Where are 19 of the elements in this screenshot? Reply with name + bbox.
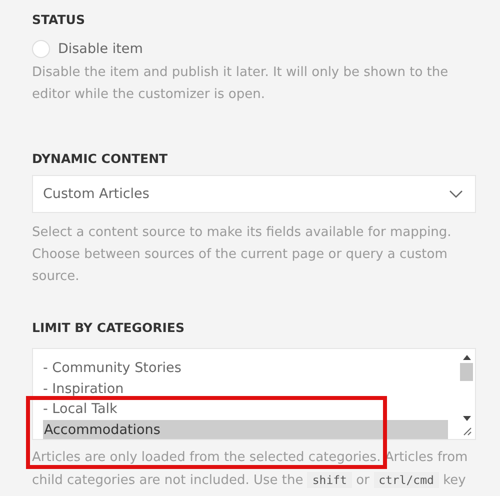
- chevron-down-icon: [449, 190, 463, 198]
- category-option[interactable]: - Community Stories: [43, 358, 448, 378]
- scroll-up-icon[interactable]: [462, 355, 470, 360]
- radio-label: Disable item: [58, 41, 143, 57]
- category-option[interactable]: - Inspiration: [43, 378, 448, 399]
- help-text: Disable the item and publish it later. It will only be shown to the editor while the customizer is open.: [32, 64, 450, 104]
- category-option[interactable]: - Local Talk: [43, 399, 448, 420]
- help-text: Select a content source to make its fields available for mapping. Choose between sources of the current page or query a custom source.: [32, 224, 452, 286]
- help-text: Articles are only loaded from the selected categories. Articles from child categories are not included. Use the shift or ctrl/cmd key: [32, 449, 469, 490]
- scroll-down-icon[interactable]: [462, 416, 470, 421]
- section-heading: LIMIT BY CATEGORIES: [32, 319, 186, 337]
- section-heading: STATUS: [32, 11, 86, 29]
- category-listbox[interactable]: - Community Stories - Inspiration - Local Talk Accommodations: [32, 348, 476, 440]
- resize-grip-icon[interactable]: [463, 427, 472, 436]
- content-source-select[interactable]: Custom Articles: [32, 175, 476, 213]
- scrollbar-thumb[interactable]: [460, 363, 473, 381]
- category-option[interactable]: Accommodations: [43, 420, 448, 439]
- section-heading: DYNAMIC CONTENT: [32, 150, 169, 168]
- radio-button[interactable]: [32, 40, 50, 58]
